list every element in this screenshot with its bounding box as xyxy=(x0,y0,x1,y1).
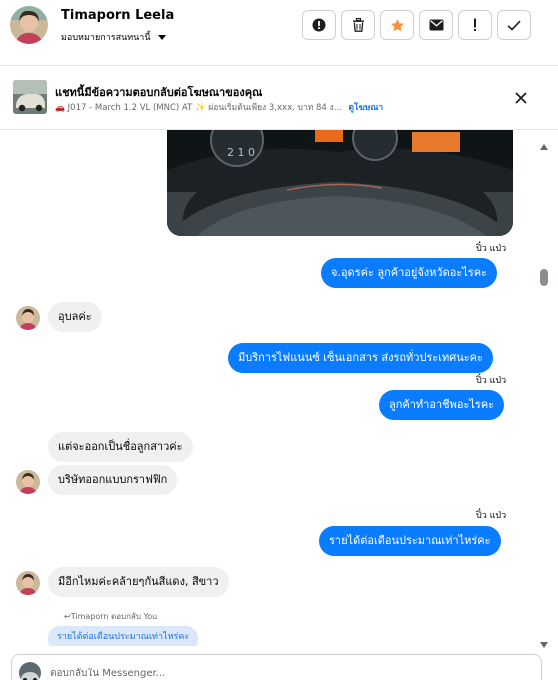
outgoing-message[interactable]: มีบริการไฟแนนซ์ เซ็นเอกสาร ส่งรถทั่วประเ… xyxy=(228,343,493,373)
mail-icon xyxy=(429,19,443,31)
seen-indicator: ปิ๋ว แป่ว xyxy=(476,376,507,386)
exclamation-icon xyxy=(474,18,476,31)
svg-text:2 1 0: 2 1 0 xyxy=(227,146,255,159)
arrow-down-icon xyxy=(540,642,548,648)
car-icon: 🚗 xyxy=(55,103,65,112)
incoming-message[interactable]: แต่จะออกเป็นชื่อลูกสาวค่ะ xyxy=(48,432,193,462)
delete-button[interactable] xyxy=(341,10,375,40)
contact-avatar-small xyxy=(16,470,40,494)
shared-photo[interactable]: 2 1 0 xyxy=(167,130,513,236)
contact-avatar[interactable] xyxy=(10,6,48,44)
reply-label: ↩Timaporn ตอบกลับ You xyxy=(64,612,158,621)
ad-subtitle: 🚗 J017 - March 1.2 VL (MNC) AT ✨ ผ่อนเริ… xyxy=(55,100,405,114)
message-composer[interactable] xyxy=(11,654,542,680)
contact-avatar-small xyxy=(16,306,40,330)
scrollbar-thumb[interactable] xyxy=(540,269,548,286)
page-avatar xyxy=(19,662,41,680)
report-icon xyxy=(312,18,326,32)
incoming-message[interactable]: บริษัทออกแบบกราฟฟิก xyxy=(48,465,178,495)
caret-down-icon xyxy=(157,34,166,40)
quoted-reply[interactable]: รายได้ต่อเดือนประมาณเท่าไหร่คะ xyxy=(48,626,199,646)
report-button[interactable] xyxy=(302,10,336,40)
conversation-header: Timaporn Leela มอบหมายการสนทนานี้ xyxy=(0,0,558,66)
mark-unread-button[interactable] xyxy=(419,10,453,40)
seen-indicator: ปิ๋ว แป่ว xyxy=(476,244,507,254)
trash-icon xyxy=(352,18,364,32)
star-button[interactable] xyxy=(380,10,414,40)
assign-label: มอบหมายการสนทนานี้ xyxy=(61,33,151,43)
close-banner-button[interactable] xyxy=(515,89,527,108)
view-ad-link[interactable]: ดูโฆษณา xyxy=(348,103,383,113)
ad-reply-banner: แชทนี้มีข้อความตอบกลับต่อโฆษณาของคุณ 🚗 J… xyxy=(0,66,558,130)
ad-thumbnail[interactable] xyxy=(13,80,47,114)
star-icon xyxy=(390,18,404,31)
incoming-message[interactable]: มีอีกไหมค่ะคล้ายๆกันสีแดง, สีขาว xyxy=(48,567,229,597)
ad-title: แชทนี้มีข้อความตอบกลับต่อโฆษณาของคุณ xyxy=(55,86,263,99)
scroll-up-button[interactable] xyxy=(540,135,548,154)
reply-input[interactable] xyxy=(50,668,350,679)
incoming-message[interactable]: อุบลค่ะ xyxy=(48,302,102,332)
message-list[interactable]: 2 1 0 ปิ๋ว แป่ว จ.อุดรค่ะ ลูกค้าอยู่จังห… xyxy=(0,130,558,646)
contact-name[interactable]: Timaporn Leela xyxy=(61,8,174,23)
close-icon xyxy=(515,92,527,104)
outgoing-message[interactable]: ลูกค้าทำอาชีพอะไรคะ xyxy=(379,390,505,420)
arrow-up-icon xyxy=(540,144,548,150)
spam-button[interactable] xyxy=(458,10,492,40)
scroll-down-button[interactable] xyxy=(540,633,548,652)
contact-avatar-small xyxy=(16,571,40,595)
conversation-actions xyxy=(302,10,531,40)
check-icon xyxy=(507,20,521,31)
outgoing-message[interactable]: รายได้ต่อเดือนประมาณเท่าไหร่คะ xyxy=(319,526,501,556)
assign-conversation-dropdown[interactable]: มอบหมายการสนทนานี้ xyxy=(61,30,166,44)
outgoing-message[interactable]: จ.อุดรค่ะ ลูกค้าอยู่จังหวัดอะไรคะ xyxy=(321,258,497,288)
seen-indicator: ปิ๋ว แป่ว xyxy=(476,511,507,521)
ad-subtitle-text: J017 - March 1.2 VL (MNC) AT ✨ ผ่อนเริ่ม… xyxy=(67,103,342,113)
mark-done-button[interactable] xyxy=(497,10,531,40)
